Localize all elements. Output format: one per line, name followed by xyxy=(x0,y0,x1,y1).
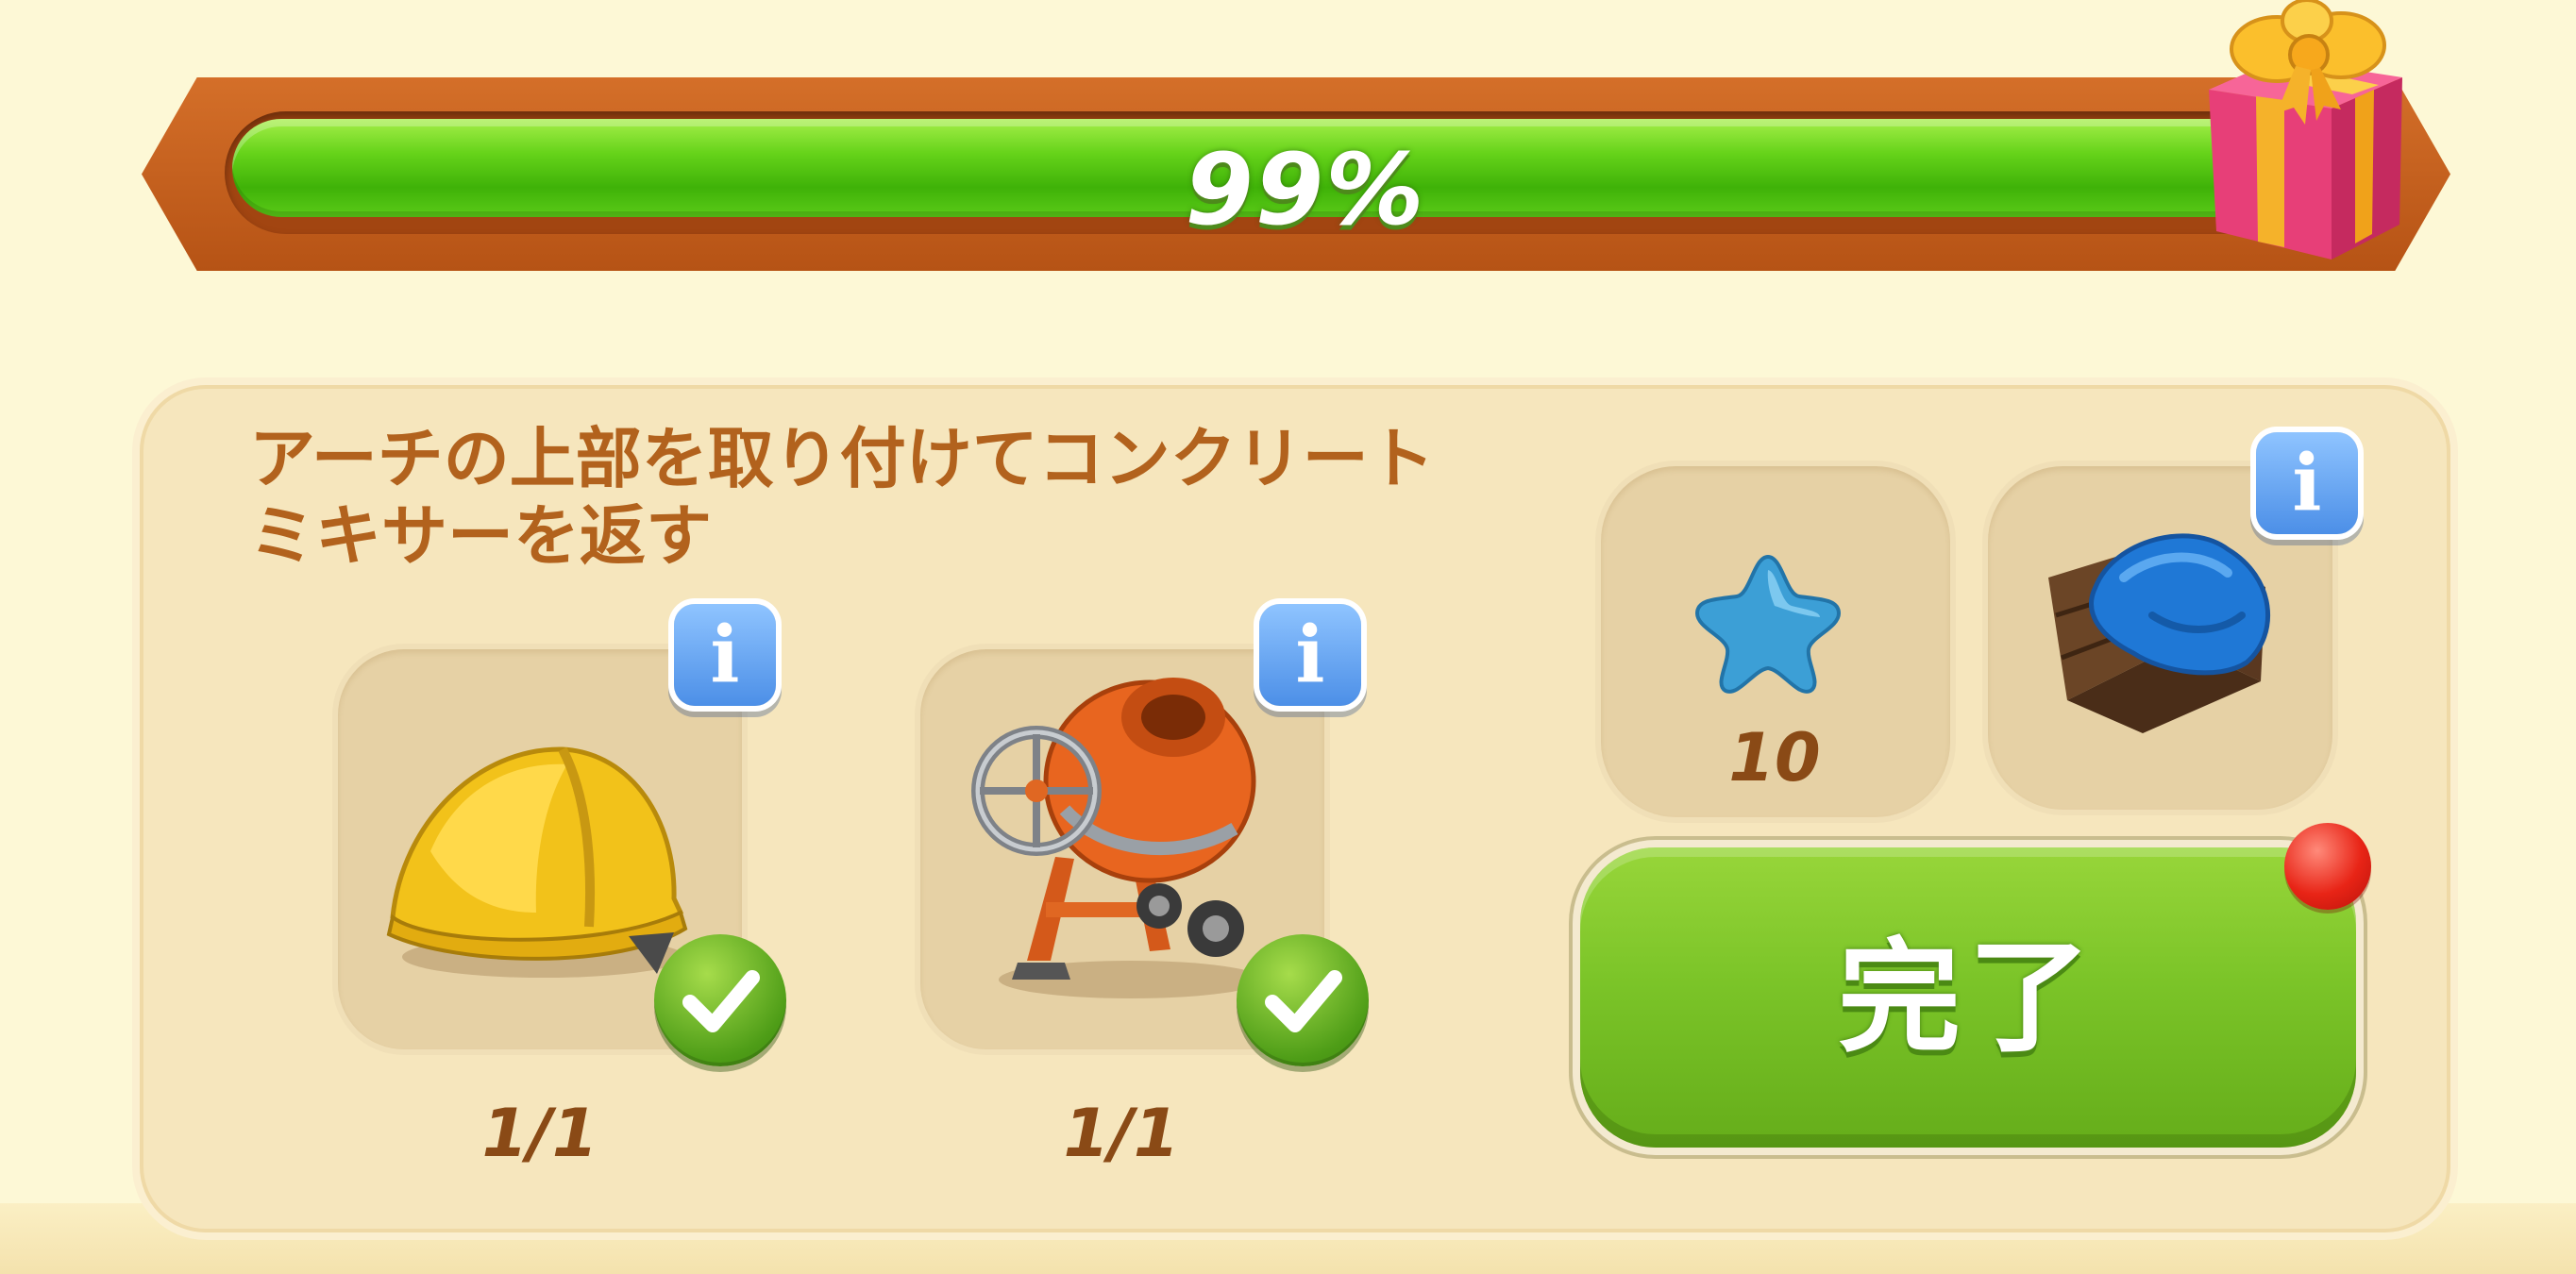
task-title: アーチの上部を取り付けてコンクリート ミキサーを返す xyxy=(249,420,1590,575)
requirement-count-hard-hat: 1/1 xyxy=(481,1095,598,1172)
complete-button[interactable]: 完了 xyxy=(1580,847,2356,1148)
task-title-line-1: アーチの上部を取り付けてコンクリート xyxy=(249,420,1435,497)
progress-track: 99% xyxy=(225,111,2386,247)
gift-box-icon[interactable] xyxy=(2190,0,2416,274)
blue-star-icon xyxy=(1694,554,1842,694)
task-title-line-2: ミキサーを返す xyxy=(249,497,712,575)
progress-label: 99% xyxy=(1185,132,1426,247)
completed-check-icon xyxy=(1237,934,1369,1066)
cement-mixer-icon xyxy=(971,678,1263,998)
info-button-cement-mixer[interactable]: i xyxy=(1259,604,1361,706)
progress-bar: 99% xyxy=(142,77,2450,271)
completed-check-icon xyxy=(654,934,786,1066)
info-button-crate[interactable]: i xyxy=(2256,432,2358,534)
blue-cloth-crate-icon xyxy=(2048,533,2270,733)
requirement-count-cement-mixer: 1/1 xyxy=(1063,1095,1180,1172)
hard-hat-icon xyxy=(386,746,688,978)
reward-amount-stars: 10 xyxy=(1728,719,1821,796)
notification-dot xyxy=(2284,823,2371,910)
info-button-hard-hat[interactable]: i xyxy=(674,604,776,706)
